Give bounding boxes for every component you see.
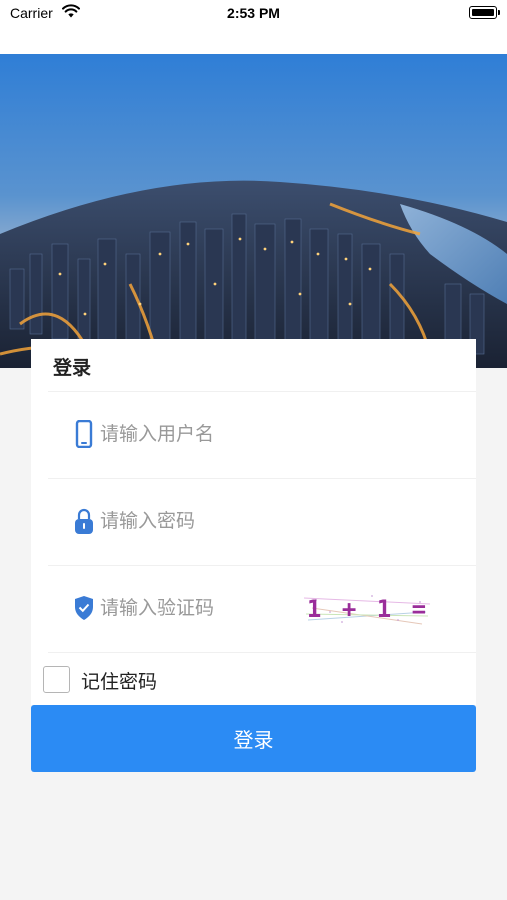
phone-icon — [75, 420, 93, 448]
captcha-image-text: 1 + 1 = — [306, 595, 430, 623]
lock-icon — [75, 508, 93, 534]
login-card-title: 登录 — [53, 357, 92, 379]
captcha-field-row: 1 + 1 = — [48, 566, 476, 653]
login-card: 登录 请输入用户名 请输入验证码 1 + 1 = 记住密码 — [31, 339, 476, 705]
battery-icon — [469, 6, 500, 19]
captcha-image[interactable]: 1 + 1 = — [302, 590, 434, 630]
clock: 2:53 PM — [227, 5, 280, 21]
shield-check-icon — [75, 596, 93, 620]
hero-banner-image — [0, 54, 507, 368]
username-field-row — [48, 392, 476, 479]
password-field-row — [48, 479, 476, 566]
status-bar: Carrier 2:53 PM — [0, 0, 507, 54]
remember-password-label: 记住密码 — [81, 671, 158, 693]
remember-password-checkbox[interactable] — [43, 666, 70, 693]
captcha-input[interactable] — [100, 592, 290, 624]
username-input[interactable] — [100, 418, 440, 450]
password-input[interactable] — [100, 505, 440, 537]
login-button[interactable]: 登录 — [31, 705, 476, 772]
